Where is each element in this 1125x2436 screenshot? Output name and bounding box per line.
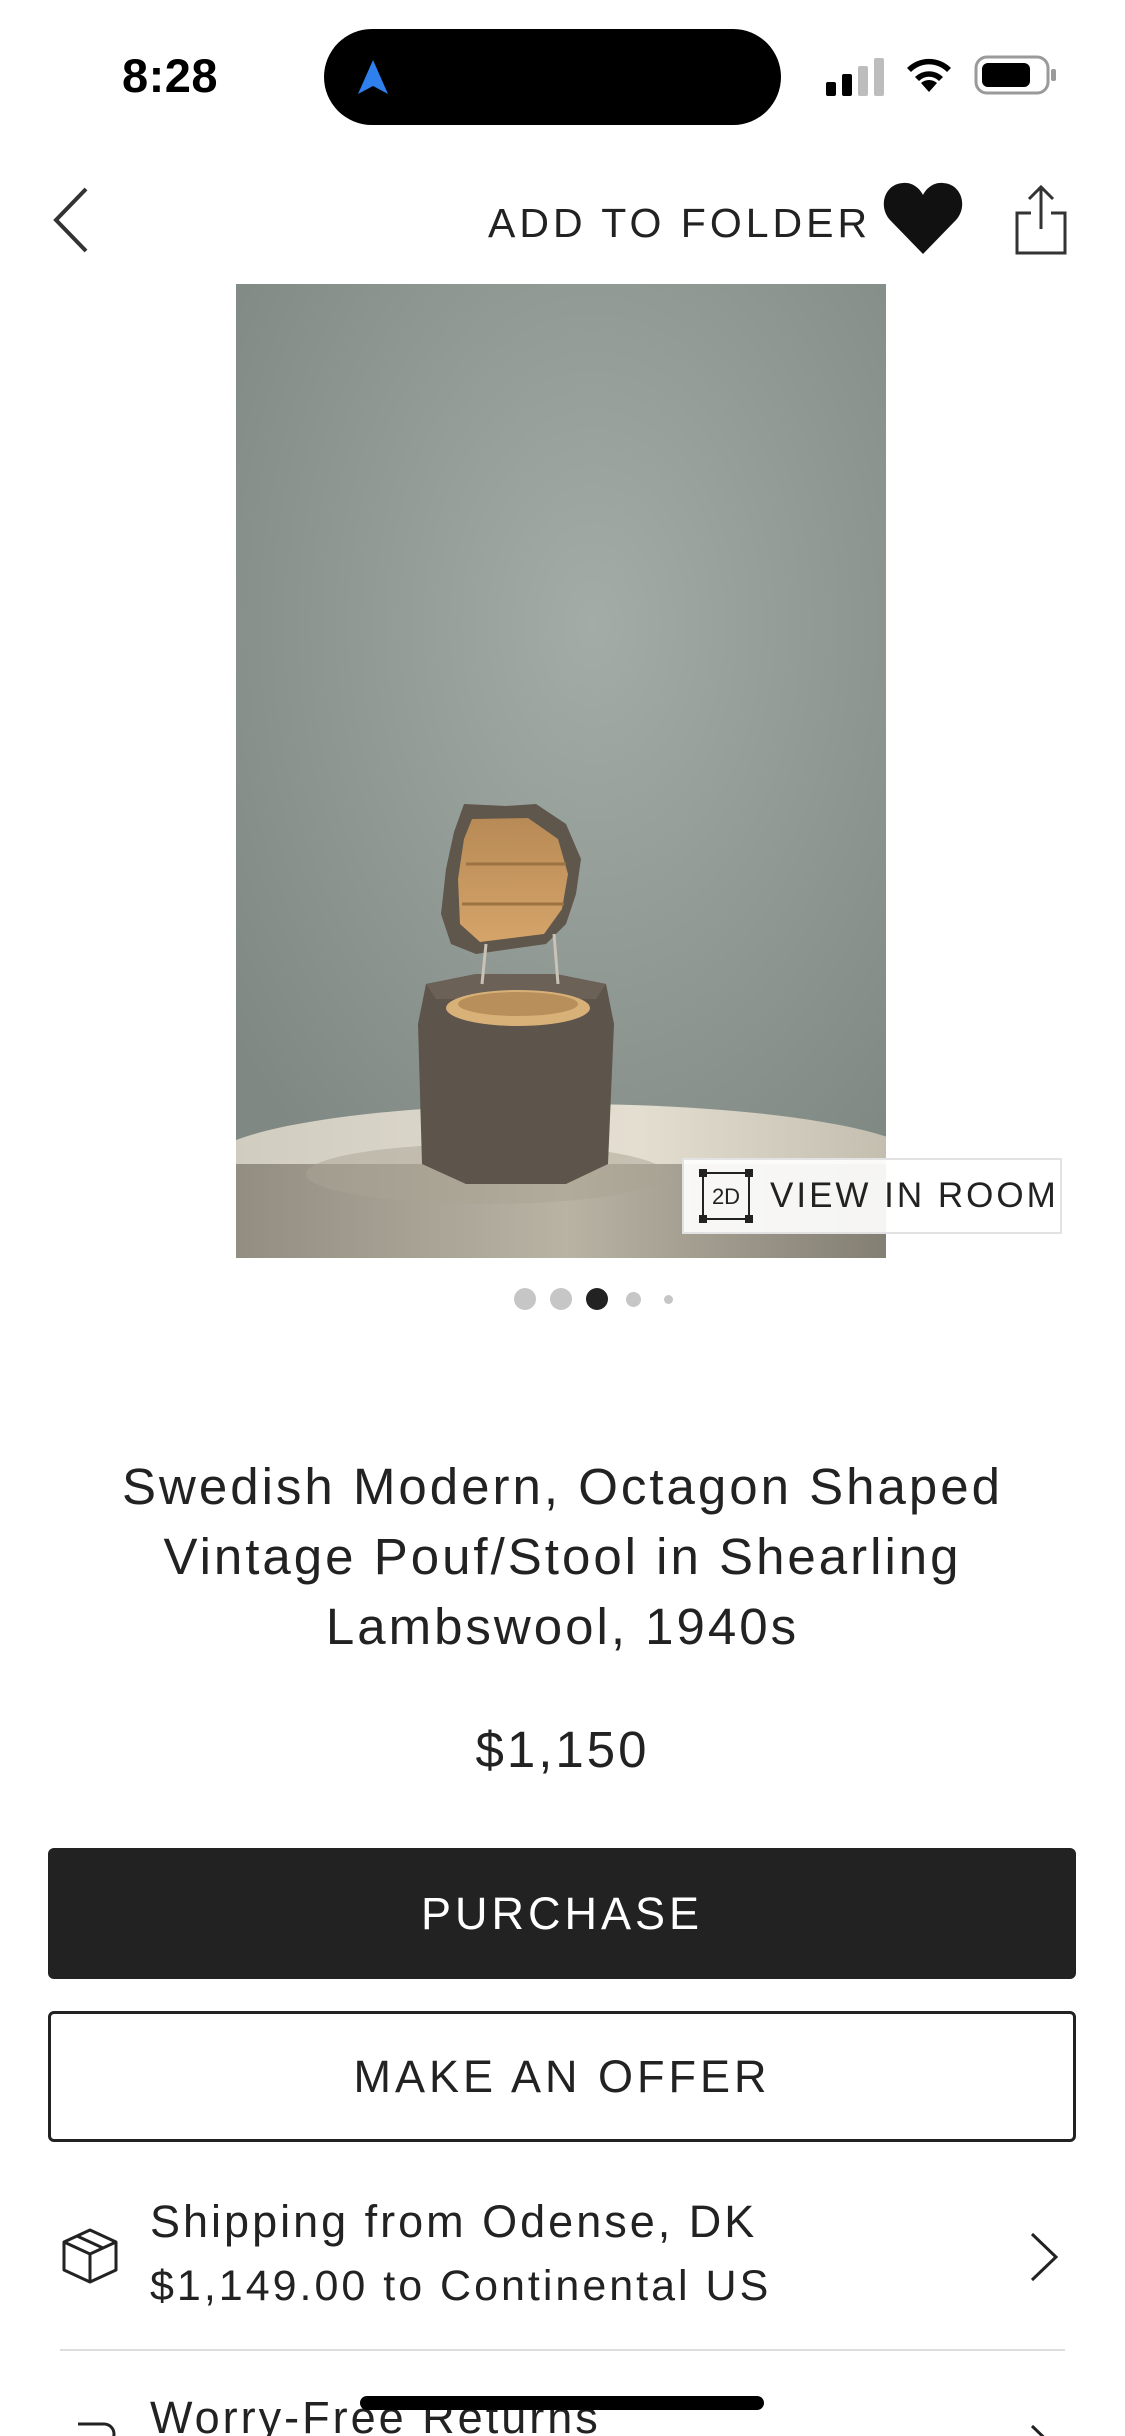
status-time: 8:28: [122, 49, 219, 102]
chevron-right-icon: [1030, 2424, 1045, 2436]
cellular-signal-icon: [826, 58, 884, 96]
package-box-icon: [62, 2228, 118, 2284]
purchase-button[interactable]: PURCHASE: [48, 1848, 1076, 1979]
product-price: $1,150: [475, 1721, 650, 1778]
view-2d-icon: 2D: [698, 1168, 754, 1224]
returns-row[interactable]: Worry-Free Returns: [0, 2352, 1125, 2436]
image-pagination: [0, 1288, 1125, 1312]
product-title: Swedish Modern, Octagon Shaped Vintage P…: [122, 1458, 1003, 1655]
pagination-dot[interactable]: [626, 1292, 641, 1307]
shipping-row[interactable]: Shipping from Odense, DK $1,149.00 to Co…: [0, 2180, 1125, 2350]
navigation-arrow-icon: [358, 60, 388, 94]
share-icon[interactable]: [1013, 183, 1069, 255]
chevron-right-icon: [1030, 2232, 1059, 2282]
status-bar: 8:28: [0, 0, 1125, 150]
shipping-title: Shipping from Odense, DK: [150, 2196, 758, 2247]
pagination-dot-active[interactable]: [586, 1288, 608, 1310]
battery-icon: [974, 55, 1056, 95]
product-image[interactable]: [236, 284, 886, 1258]
pagination-dot[interactable]: [514, 1288, 536, 1310]
wifi-icon: [907, 58, 951, 92]
returns-icon: [78, 2422, 116, 2436]
back-chevron-icon[interactable]: [48, 185, 98, 255]
view-in-room-label: VIEW IN ROOM: [770, 1176, 1059, 1215]
product-photo: [236, 284, 886, 1258]
make-offer-button[interactable]: MAKE AN OFFER: [48, 2011, 1076, 2142]
divider: [60, 2349, 1065, 2351]
pagination-dot[interactable]: [664, 1295, 673, 1304]
pagination-dot[interactable]: [550, 1288, 572, 1310]
shipping-cost: $1,149.00 to Continental US: [150, 2262, 772, 2310]
view-2d-label: 2D: [712, 1184, 740, 1209]
home-indicator[interactable]: [360, 2396, 764, 2410]
view-in-room-button[interactable]: 2D VIEW IN ROOM: [682, 1158, 1062, 1234]
add-to-folder-button[interactable]: ADD TO FOLDER: [488, 200, 871, 247]
heart-icon[interactable]: [882, 180, 964, 256]
dynamic-island: [324, 29, 781, 125]
